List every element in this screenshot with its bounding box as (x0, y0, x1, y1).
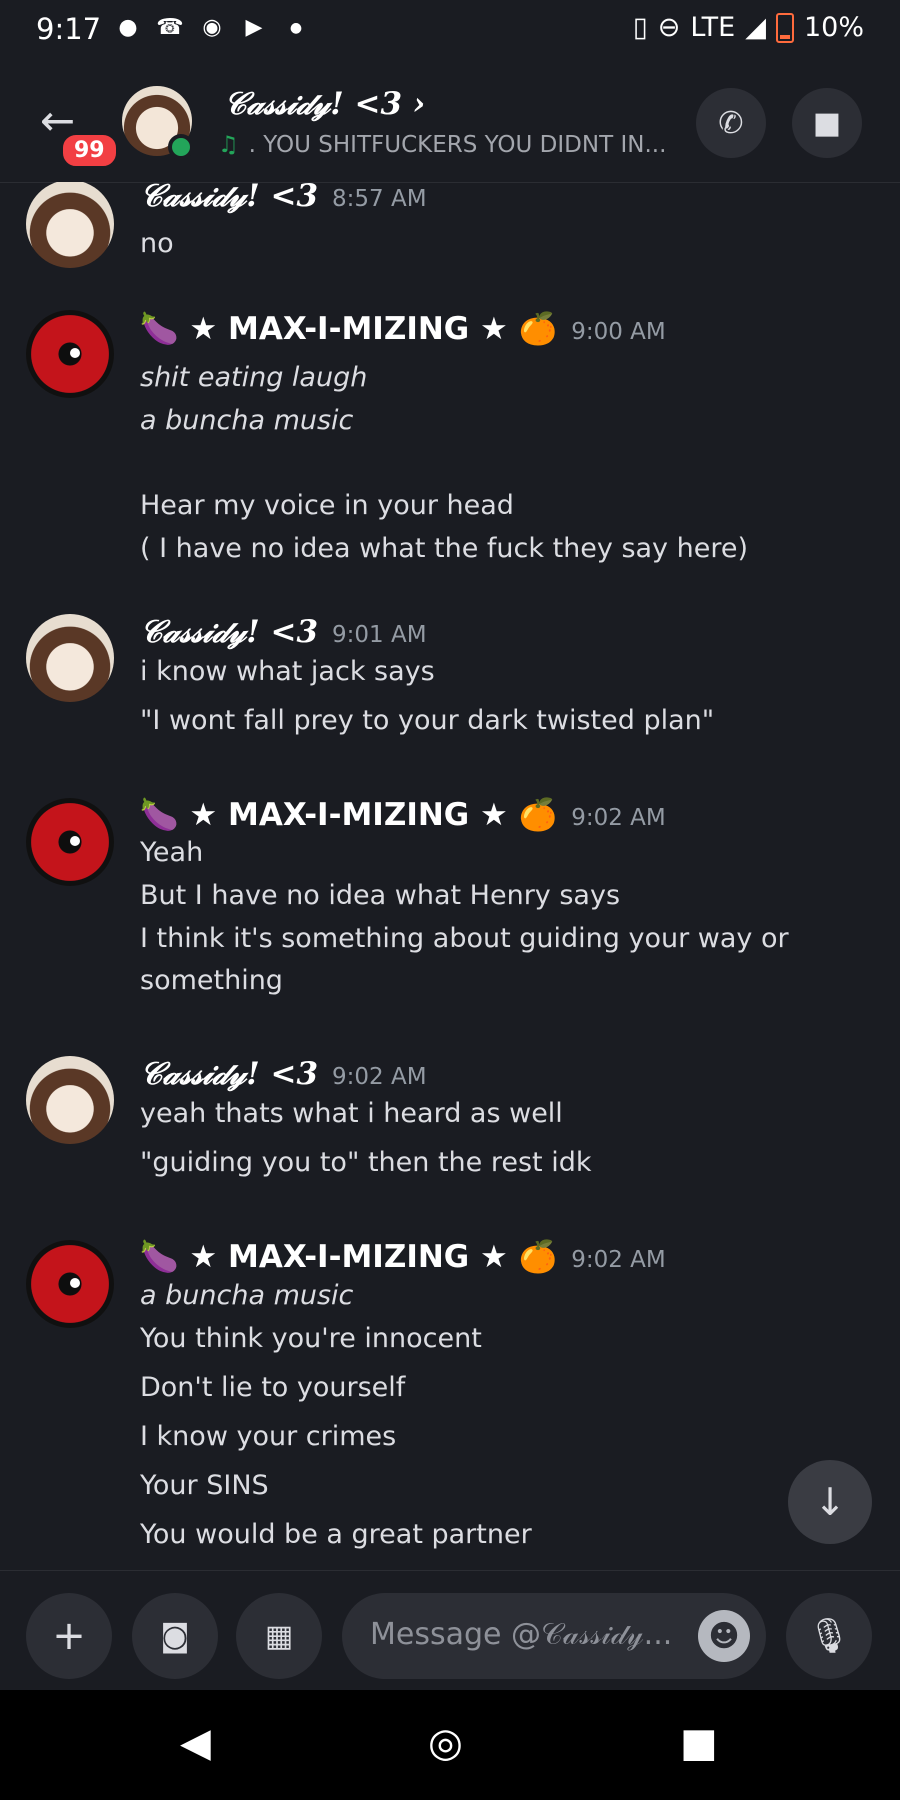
voice-message-button[interactable]: 🎙 (786, 1593, 872, 1679)
gift-button[interactable]: ▦ (236, 1593, 322, 1679)
online-status-icon (168, 134, 194, 160)
missed-call-icon: ☎ (156, 15, 184, 40)
message-text: ( I have no idea what the fuck they say … (140, 533, 748, 564)
author-name[interactable]: 🍆 ★ MAX-I-MIZING ★ 🍊 9:02 AM (140, 796, 666, 833)
avatar[interactable] (26, 798, 114, 886)
custom-status: ♫ . YOU SHITFUCKERS YOU DIDNT IN... (218, 132, 666, 158)
author-name[interactable]: 𝒞𝒶𝓈𝓈𝒾𝒹𝓎! <3 9:01 AM (140, 614, 427, 651)
system-status: ▯ ⊖ LTE ◢ 10% (633, 12, 864, 43)
author-name[interactable]: 🍆 ★ MAX-I-MIZING ★ 🍊 9:00 AM (140, 310, 666, 347)
unread-badge: 99 (60, 132, 119, 169)
avatar[interactable] (26, 1240, 114, 1328)
video-call-button[interactable]: ■ (792, 88, 862, 158)
message-text: But I have no idea what Henry says (140, 880, 621, 911)
author-name[interactable]: 🍆 ★ MAX-I-MIZING ★ 🍊 9:02 AM (140, 1238, 666, 1275)
timestamp: 9:00 AM (571, 319, 666, 345)
music-note-icon: ♫ (218, 132, 239, 158)
timestamp: 8:57 AM (332, 186, 427, 212)
timestamp: 9:01 AM (332, 622, 427, 648)
status-bar: 9:17 ● ☎ ◉ ▶ ● ▯ ⊖ LTE ◢ 10% (0, 0, 900, 66)
network-label: LTE (690, 12, 736, 43)
message-text: yeah thats what i heard as well (140, 1098, 563, 1129)
message-text: I know your crimes (140, 1421, 397, 1452)
dm-header: ← 99 𝒞𝒶𝓈𝓈𝒾𝒹𝓎! <3 › ♫. YOU SHITFUCKERS YO… (0, 66, 900, 183)
avatar[interactable] (26, 182, 114, 268)
author-name[interactable]: 𝒞𝒶𝓈𝓈𝒾𝒹𝓎! <3 9:02 AM (140, 1056, 427, 1093)
vibrate-icon: ▯ (632, 12, 648, 43)
message-input[interactable]: Message @𝒞𝒶𝓈𝓈𝒾𝒹𝓎... ☻ (342, 1593, 766, 1679)
message-placeholder: Message @𝒞𝒶𝓈𝓈𝒾𝒹𝓎... (370, 1617, 673, 1652)
nav-home-icon[interactable]: ◎ (428, 1720, 463, 1766)
video-camera-icon: ■ (812, 105, 842, 141)
composer-bar: + ◙ ▦ Message @𝒞𝒶𝓈𝓈𝒾𝒹𝓎... ☻ 🎙 (0, 1570, 900, 1691)
phone-icon: ✆ (718, 105, 744, 141)
message-text: Your SINS (140, 1470, 269, 1501)
add-attachment-button[interactable]: + (26, 1593, 112, 1679)
timestamp: 9:02 AM (332, 1064, 427, 1090)
message-list[interactable]: 𝒞𝒶𝓈𝓈𝒾𝒹𝓎! <3 8:57 AM no 🍆 ★ MAX-I-MIZING ★… (0, 182, 900, 1570)
message-text: a buncha music (140, 405, 354, 436)
message-text: something (140, 965, 283, 996)
status-text: . YOU SHITFUCKERS YOU DIDNT IN... (248, 132, 667, 158)
plus-icon: + (52, 1613, 86, 1659)
message-text: Don't lie to yourself (140, 1372, 406, 1403)
arrow-down-icon: ↓ (814, 1480, 846, 1524)
system-nav-bar: ◀ ◎ ■ (0, 1690, 900, 1800)
do-not-disturb-icon: ⊖ (657, 12, 681, 43)
message-text: You would be a great partner (140, 1519, 532, 1550)
clock: 9:17 (36, 12, 102, 46)
chat-bubble-icon: ● (118, 15, 138, 40)
nav-recents-icon[interactable]: ■ (680, 1720, 718, 1766)
jump-to-bottom-button[interactable]: ↓ (788, 1460, 872, 1544)
message-text: shit eating laugh (140, 362, 368, 393)
message-text: I think it's something about guiding you… (140, 923, 789, 954)
message-text: Hear my voice in your head (140, 490, 514, 521)
dm-title[interactable]: 𝒞𝒶𝓈𝓈𝒾𝒹𝓎! <3 › (224, 86, 425, 123)
activities-button[interactable]: ◙ (132, 1593, 218, 1679)
avatar[interactable] (26, 614, 114, 702)
dot-icon: ● (289, 20, 303, 36)
notification-icons: ● ☎ ◉ ▶ ● (114, 14, 310, 42)
message-text: "guiding you to" then the rest idk (140, 1147, 592, 1178)
timestamp: 9:02 AM (571, 1247, 666, 1273)
emoji-picker-icon[interactable]: ☻ (698, 1610, 750, 1662)
message-text: Yeah (140, 837, 204, 868)
battery-label: 10% (803, 12, 864, 43)
avatar[interactable] (26, 310, 114, 398)
author-name[interactable]: 𝒞𝒶𝓈𝓈𝒾𝒹𝓎! <3 8:57 AM (140, 182, 427, 215)
nav-back-icon[interactable]: ◀ (180, 1720, 211, 1766)
message-text: no (140, 228, 174, 259)
avatar[interactable] (26, 1056, 114, 1144)
signal-icon: ◢ (745, 12, 766, 43)
voice-call-button[interactable]: ✆ (696, 88, 766, 158)
battery-icon (775, 12, 794, 43)
message-text: You think you're innocent (140, 1323, 482, 1354)
message-text: a buncha music (140, 1280, 354, 1311)
gift-icon: ▦ (264, 1618, 294, 1654)
microphone-icon: 🎙 (807, 1616, 851, 1656)
timestamp: 9:02 AM (571, 805, 666, 831)
message-text: "I wont fall prey to your dark twisted p… (140, 705, 715, 736)
message-text: i know what jack says (140, 656, 435, 687)
spotify-icon: ◉ (202, 15, 222, 40)
gamepad-icon: ◙ (160, 1618, 190, 1654)
youtube-icon: ▶ (245, 15, 263, 40)
